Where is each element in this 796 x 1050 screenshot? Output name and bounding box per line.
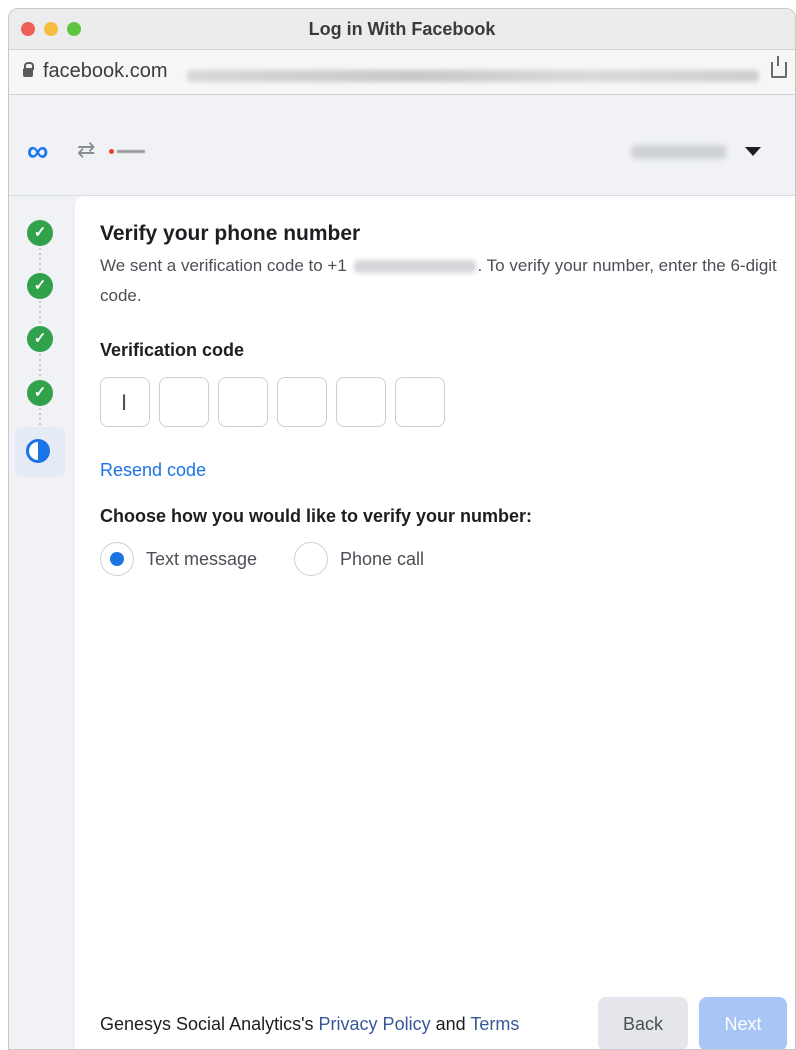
verify-method-label: Choose how you would like to verify your…	[100, 506, 533, 526]
progress-stepper: ✓ ✓ ✓ ✓	[9, 196, 75, 1049]
step-connector	[39, 301, 41, 323]
back-button[interactable]: Back	[598, 997, 688, 1049]
text-message-option[interactable]: Text message	[100, 542, 280, 578]
genesys-logo	[109, 149, 147, 155]
address-bar[interactable]: facebook.com	[9, 50, 795, 95]
app-header: ∞ ⇄	[9, 95, 795, 196]
meta-logo-icon: ∞	[27, 135, 49, 168]
phone-call-label: Phone call	[340, 549, 425, 569]
step-2-complete-icon: ✓	[27, 273, 53, 299]
step-connector	[39, 248, 41, 270]
code-digit-1-input[interactable]: I	[100, 377, 150, 427]
step-3-complete-icon: ✓	[27, 326, 53, 352]
resend-code-link[interactable]: Resend code	[100, 460, 206, 481]
url-path-redacted	[187, 70, 759, 82]
page-title: Verify your phone number	[100, 222, 361, 245]
lock-icon	[23, 62, 34, 77]
step-1-complete-icon: ✓	[27, 220, 53, 246]
account-dropdown-icon[interactable]	[745, 147, 761, 156]
sync-arrows-icon: ⇄	[77, 137, 96, 162]
window-title: Log in With Facebook	[308, 19, 496, 39]
phone-call-radio[interactable]	[294, 542, 328, 576]
text-message-radio[interactable]	[100, 542, 134, 576]
verification-code-label: Verification code	[100, 340, 245, 360]
text-cursor-icon: I	[121, 390, 128, 415]
phone-call-option[interactable]: Phone call	[294, 542, 444, 578]
title-bar: Log in With Facebook	[9, 9, 795, 50]
verification-description: We sent a verification code to +1 . To v…	[100, 251, 790, 311]
code-digit-5-input[interactable]	[336, 377, 386, 427]
code-digit-3-input[interactable]	[218, 377, 268, 427]
step-5-in-progress-icon	[26, 439, 50, 463]
next-button[interactable]: Next	[699, 997, 787, 1049]
url-domain: facebook.com	[43, 60, 168, 82]
step-connector	[39, 354, 41, 376]
share-icon[interactable]	[771, 56, 787, 78]
privacy-policy-link[interactable]: Privacy Policy	[319, 1014, 431, 1034]
terms-link[interactable]: Terms	[470, 1014, 519, 1034]
account-name-redacted[interactable]	[631, 145, 727, 159]
code-digit-4-input[interactable]	[277, 377, 327, 427]
code-digit-2-input[interactable]	[159, 377, 209, 427]
desc-prefix: We sent a verification code to +1	[100, 256, 347, 275]
text-message-label: Text message	[146, 549, 258, 569]
phone-number-redacted	[353, 260, 476, 274]
browser-window: Log in With Facebook facebook.com ∞ ⇄ ✓ …	[8, 8, 796, 1050]
and-text: and	[435, 1014, 466, 1034]
code-digit-6-input[interactable]	[395, 377, 445, 427]
company-name: Genesys Social Analytics's	[100, 1014, 314, 1034]
step-4-complete-icon: ✓	[27, 380, 53, 406]
footer-legal-text: Genesys Social Analytics's Privacy Polic…	[100, 1014, 519, 1035]
verify-phone-card: Verify your phone number We sent a verif…	[75, 196, 795, 1049]
